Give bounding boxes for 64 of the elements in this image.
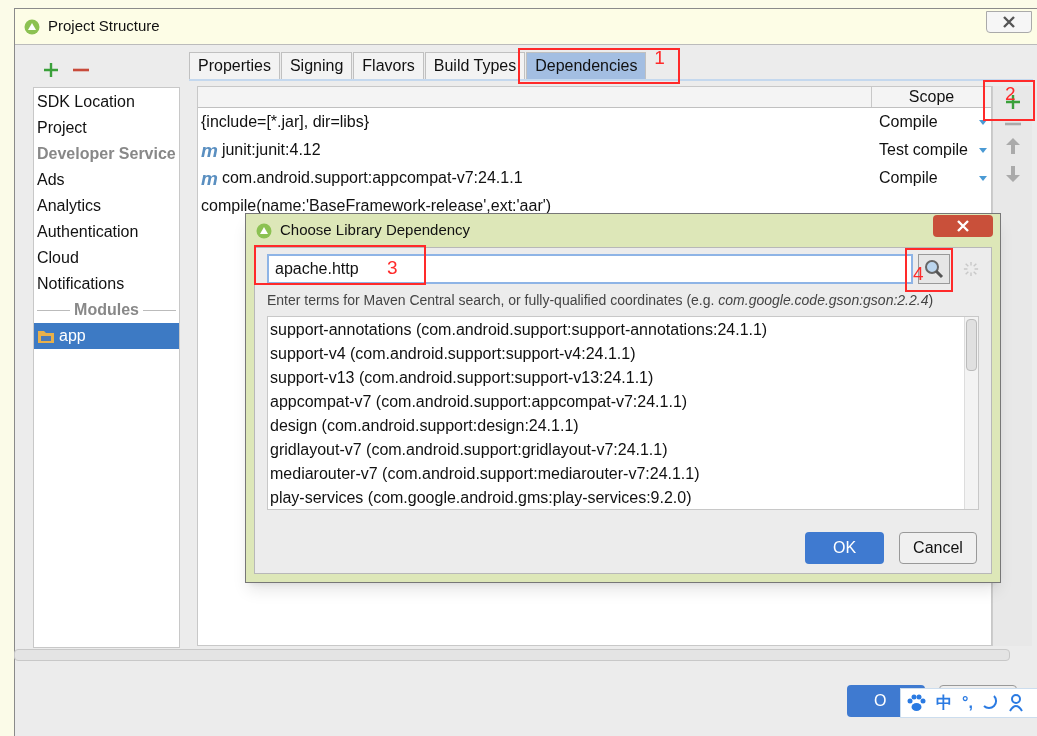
annotation-frame (905, 248, 953, 292)
scope-dropdown[interactable]: Compile (874, 166, 991, 190)
maven-icon: m (201, 140, 218, 160)
section-header: Developer Service (36, 144, 177, 164)
sidebar-item[interactable]: SDK Location (34, 89, 179, 115)
spinner-icon (963, 260, 979, 278)
paw-icon[interactable] (906, 694, 926, 712)
tab[interactable]: Dependencies (526, 52, 647, 79)
annotation-number: 1 (654, 48, 665, 67)
dialog-title: Choose Library Dependency (280, 220, 471, 241)
dropdown-caret-icon (979, 147, 987, 153)
table-cell-text: {include=[*.jar], dir=libs} (201, 112, 371, 132)
input-mode-toggle[interactable]: 中 (936, 691, 952, 715)
module-item[interactable]: app (34, 323, 179, 349)
result-item[interactable]: gridlayout-v7 (com.android.support:gridlayout-v7:24.1.1) (270, 438, 964, 462)
horizontal-scrollbar[interactable] (14, 649, 1010, 661)
result-item[interactable]: play-services (com.google.android.gms:play-services:9.2.0) (270, 486, 964, 510)
dropdown-caret-icon (979, 119, 987, 125)
sidebar-item[interactable]: Project (34, 115, 179, 141)
punctuation-toggle[interactable]: °, (962, 691, 973, 715)
close-button[interactable] (933, 215, 993, 237)
tab[interactable]: Properties (189, 52, 280, 79)
section-header: Modules (74, 300, 139, 320)
annotation-number: 3 (387, 258, 398, 277)
annotation-number: 4 (913, 264, 924, 283)
table-cell-text: junit:junit:4.12 (221, 140, 322, 160)
window-title: Project Structure (48, 16, 160, 37)
annotation-number: 2 (1005, 84, 1016, 103)
table-cell-text: compile(name:'BaseFramework-release',ext:'aar') (201, 196, 553, 216)
folder-icon (37, 328, 55, 344)
tab[interactable]: Flavors (353, 52, 424, 79)
close-icon (1002, 16, 1016, 28)
hint-text: Enter terms for Maven Central search, or fully-qualified coordinates (e.g. com.google.code.gson:gson:2.2.4) (267, 291, 935, 310)
sidebar-item[interactable]: Cloud (34, 245, 179, 271)
result-item[interactable]: mediarouter-v7 (com.android.support:mediarouter-v7:24.1.1) (270, 462, 964, 486)
scrollbar-thumb[interactable] (966, 319, 977, 371)
android-logo-icon (256, 222, 272, 239)
close-button[interactable] (986, 11, 1032, 33)
result-item[interactable]: support-v13 (com.android.support:support-v13:24.1.1) (270, 366, 964, 390)
result-item[interactable]: support-annotations (com.android.support:support-annotations:24.1.1) (270, 318, 964, 342)
scope-dropdown[interactable]: Compile (874, 110, 991, 134)
column-header[interactable]: Scope (871, 87, 991, 107)
user-icon[interactable] (1008, 694, 1023, 712)
search-icon (924, 259, 944, 279)
maven-icon: m (201, 168, 218, 188)
result-item[interactable]: support-v4 (com.android.support:support-v4:24.1.1) (270, 342, 964, 366)
result-item[interactable]: appcompat-v7 (com.android.support:appcompat-v7:24.1.1) (270, 390, 964, 414)
annotation-frame (983, 80, 1035, 121)
sidebar-item[interactable]: Analytics (34, 193, 179, 219)
close-icon (956, 220, 970, 232)
sidebar-item[interactable]: Notifications (34, 271, 179, 297)
sidebar-item[interactable]: Authentication (34, 219, 179, 245)
dropdown-caret-icon (979, 175, 987, 181)
result-item[interactable]: design (com.android.support:design:24.1.1) (270, 414, 964, 438)
moon-icon[interactable] (982, 695, 999, 711)
android-logo-icon (24, 18, 40, 35)
tab[interactable]: Signing (280, 52, 353, 79)
scope-dropdown[interactable]: Test compile (874, 138, 991, 162)
sidebar-item[interactable]: Ads (34, 167, 179, 193)
cancel-button[interactable]: Cancel (899, 532, 977, 564)
tab[interactable]: Build Types (424, 52, 526, 79)
table-cell-text: com.android.support:appcompat-v7:24.1.1 (221, 168, 524, 188)
add-icon[interactable] (43, 62, 59, 78)
ok-button[interactable]: OK (805, 532, 884, 564)
